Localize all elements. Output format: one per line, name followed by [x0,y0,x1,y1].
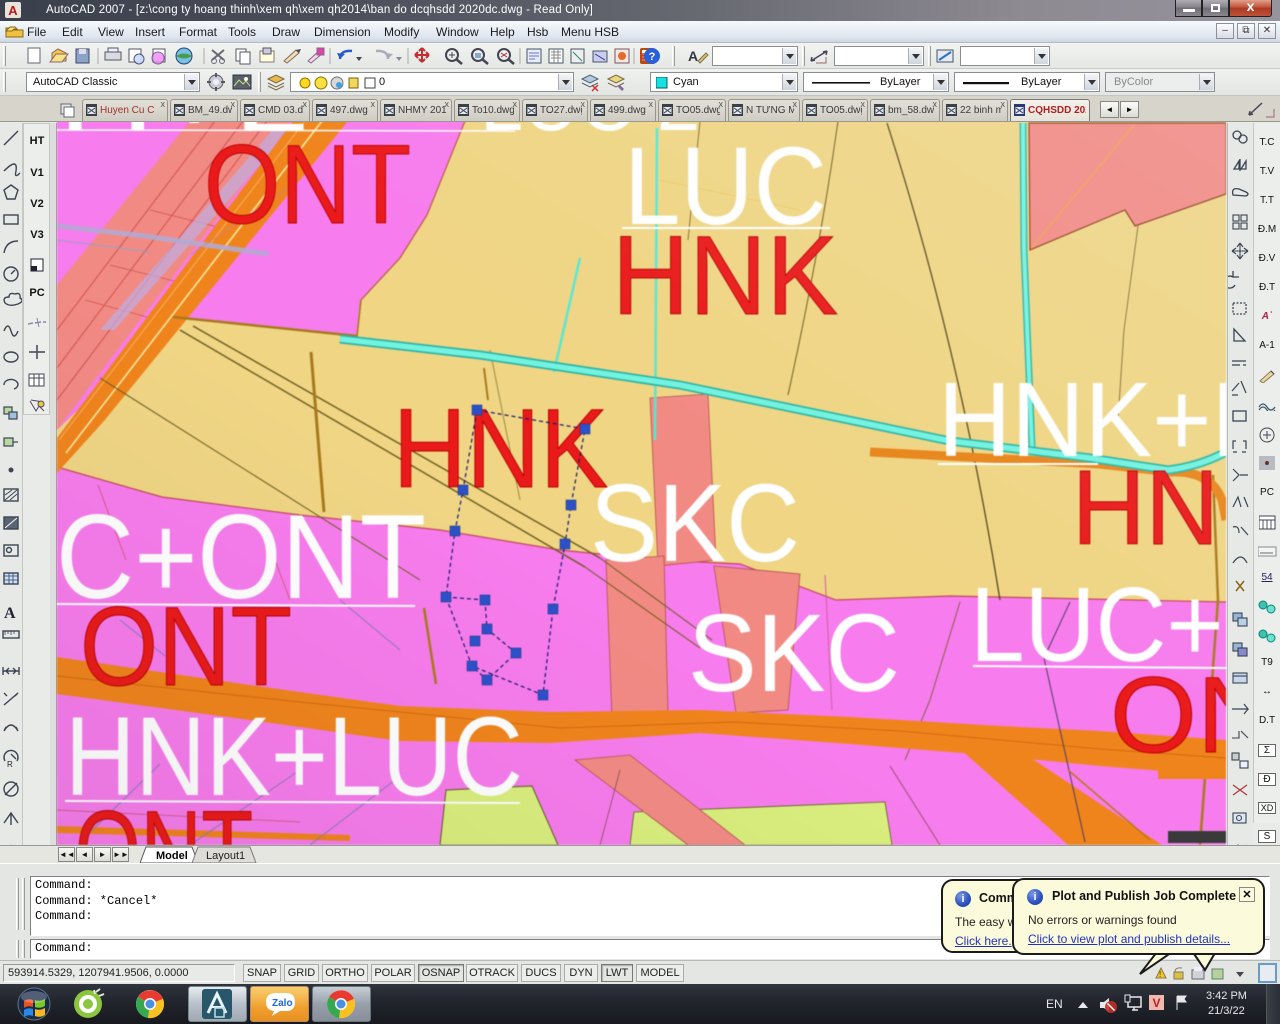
svg-text:R: R [7,760,13,769]
svg-text:A: A [4,605,16,622]
svg-text:?: ? [649,51,656,63]
svg-text:Model: Model [156,850,188,862]
svg-text:Zalo: Zalo [272,998,293,1009]
svg-text:Layout1: Layout1 [206,850,245,862]
svg-text:V: V [1152,996,1160,1010]
svg-text:A: A [8,3,18,18]
svg-text:A: A [688,48,698,64]
